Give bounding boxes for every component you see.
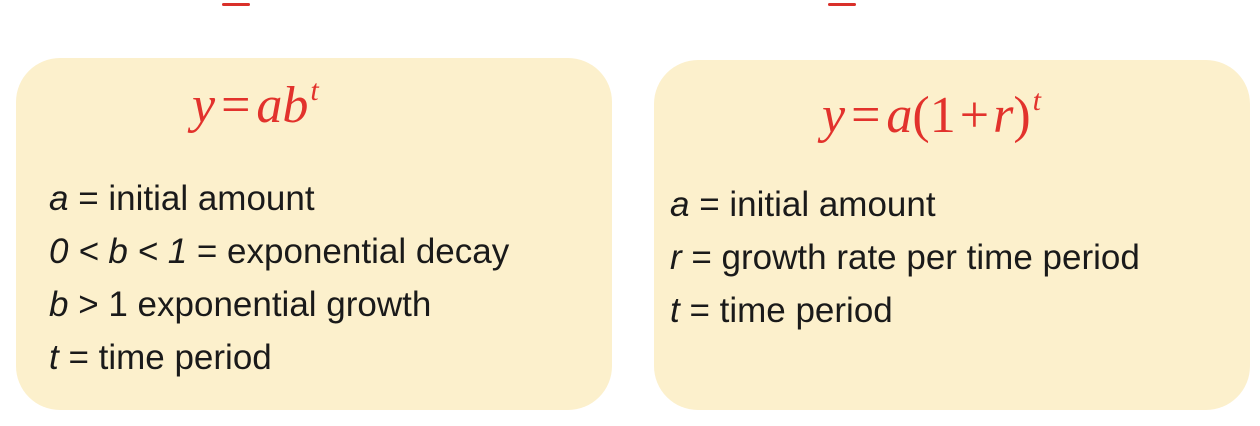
formula-var-y: y <box>192 77 216 134</box>
definition-symbol: 0 < b < 1 <box>49 232 188 271</box>
clipped-heading-mark-left <box>212 0 272 6</box>
definition-text: = growth rate per time period <box>681 238 1140 277</box>
formula-var-a: a <box>256 77 283 134</box>
formula-open-paren: ( <box>912 87 930 144</box>
formula-var-y: y <box>822 87 846 144</box>
formula-exponent-t: t <box>1032 84 1041 117</box>
definition-symbol: r <box>670 238 682 277</box>
definition-symbol: a <box>670 185 690 224</box>
definition-item: t = time period <box>670 284 1140 337</box>
formula-one: 1 <box>929 87 956 144</box>
definition-item: r = growth rate per time period <box>670 231 1140 284</box>
definition-text: = initial amount <box>68 179 315 218</box>
formula-equals: = <box>851 87 881 144</box>
definition-symbol: t <box>49 338 59 377</box>
growth-rate-form-card: y = a(1+r)t a = initial amount r = growth … <box>654 60 1250 410</box>
formula-y-equals-ab-t: y = abt <box>192 76 319 134</box>
definition-item: t = time period <box>49 331 509 384</box>
formula-equals: = <box>221 77 251 134</box>
formula-plus: + <box>959 87 990 144</box>
page: y = abt a = initial amount 0 < b < 1 = exp… <box>0 0 1260 426</box>
formula-var-r: r <box>993 87 1014 144</box>
definition-text: = time period <box>58 338 272 377</box>
definition-item: a = initial amount <box>49 172 509 225</box>
formula-y-equals-a-1-plus-r-t: y = a(1+r)t <box>822 86 1041 144</box>
formula-close-paren: ) <box>1013 87 1031 144</box>
definition-item: b > 1 exponential growth <box>49 278 509 331</box>
formula-var-b: b <box>282 77 309 134</box>
definition-item: 0 < b < 1 = exponential decay <box>49 225 509 278</box>
formula-exponent-t: t <box>310 74 319 107</box>
exponential-form-card: y = abt a = initial amount 0 < b < 1 = exp… <box>16 58 612 410</box>
clipped-heading-mark-right <box>818 0 878 6</box>
definition-list: a = initial amount r = growth rate per t… <box>670 178 1140 337</box>
formula-var-a: a <box>886 87 913 144</box>
definition-item: a = initial amount <box>670 178 1140 231</box>
definition-text: = exponential decay <box>187 232 510 271</box>
definition-symbol: a <box>49 179 69 218</box>
definition-text: > 1 exponential growth <box>68 285 432 324</box>
definition-list: a = initial amount 0 < b < 1 = exponenti… <box>49 172 509 384</box>
definition-text: = initial amount <box>689 185 936 224</box>
definition-text: = time period <box>679 291 893 330</box>
definition-symbol: t <box>670 291 680 330</box>
clipped-heading-remnant <box>0 0 1260 6</box>
definition-symbol: b <box>49 285 69 324</box>
